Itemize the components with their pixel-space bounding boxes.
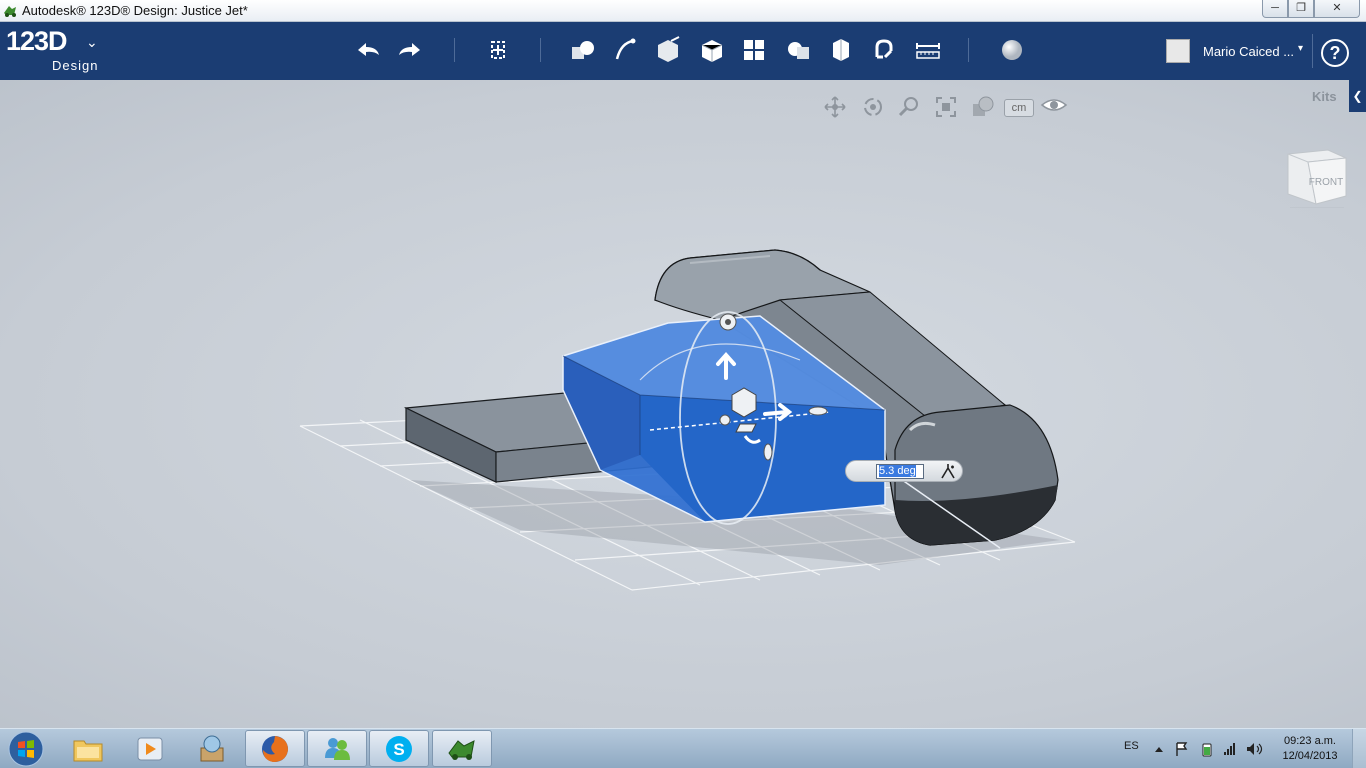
archive-app-icon: [200, 735, 224, 761]
snap-icon: [875, 39, 893, 59]
construct-button[interactable]: [650, 32, 686, 68]
windows-taskbar: S ES 09:23 a.m. 12/04/2013: [0, 728, 1366, 768]
logo-subtitle: Design: [52, 58, 99, 73]
svg-text:S: S: [393, 740, 404, 759]
chevron-down-icon[interactable]: ▾: [1298, 43, 1303, 54]
transform-button[interactable]: [480, 32, 516, 68]
grouping-icon: [788, 42, 809, 59]
taskbar-archive-app[interactable]: [182, 730, 242, 767]
app-icon: [4, 6, 16, 17]
taskbar-file-explorer[interactable]: [58, 730, 118, 767]
transform-icon: [491, 41, 505, 59]
taskbar-media-player[interactable]: [120, 730, 180, 767]
3d-viewport[interactable]: cm Kits ❮ FRONT 5.3 deg: [0, 80, 1366, 728]
messenger-icon: [325, 737, 350, 760]
pattern-icon: [744, 40, 764, 60]
measure-icon: [916, 43, 940, 59]
volume-icon: [1247, 743, 1254, 755]
media-player-icon: [137, 737, 163, 760]
undo-icon: [358, 43, 379, 56]
taskbar-skype[interactable]: S: [369, 730, 429, 767]
grouping-button[interactable]: [780, 32, 816, 68]
rotation-angle-input[interactable]: 5.3 deg: [876, 464, 924, 479]
taskbar-123d-design[interactable]: [432, 730, 492, 767]
skype-icon: S: [386, 735, 412, 762]
start-button[interactable]: [4, 730, 48, 768]
undo-button[interactable]: [350, 32, 386, 68]
close-button[interactable]: ✕: [1314, 0, 1360, 18]
rotation-angle-box: 5.3 deg: [845, 460, 963, 482]
file-explorer-icon: [73, 740, 103, 761]
pattern-button[interactable]: [736, 32, 772, 68]
chevron-down-icon: ⌄: [86, 34, 98, 50]
system-clock[interactable]: 09:23 a.m. 12/04/2013: [1276, 734, 1344, 764]
combine-icon: [833, 39, 849, 61]
primitives-icon: [572, 41, 594, 59]
clock-date: 12/04/2013: [1282, 750, 1338, 762]
construct-icon: [658, 36, 680, 62]
sketch-button[interactable]: [608, 32, 644, 68]
toolbar-separator: [968, 38, 969, 62]
app-menu-button[interactable]: 123D Design ⌄: [6, 26, 98, 73]
action-center-icon: [1176, 742, 1188, 756]
window-title-bar: Autodesk® 123D® Design: Justice Jet* ─ ❐…: [0, 0, 1366, 22]
modify-button[interactable]: [694, 32, 730, 68]
show-hidden-icons-icon: [1155, 747, 1163, 752]
toolbar-separator: [1312, 34, 1313, 68]
sketch-icon: [615, 38, 636, 60]
maximize-button[interactable]: ❐: [1288, 0, 1314, 18]
avatar[interactable]: [1166, 39, 1190, 63]
logo-text: 123D: [6, 26, 68, 56]
material-button[interactable]: [994, 32, 1030, 68]
taskbar-messenger[interactable]: [307, 730, 367, 767]
scene-canvas: [299, 249, 1076, 591]
primitives-button[interactable]: [564, 32, 600, 68]
redo-icon: [399, 43, 420, 56]
clock-time: 09:23 a.m.: [1284, 735, 1336, 747]
angle-snap-icon[interactable]: [939, 463, 957, 480]
measure-button[interactable]: [910, 32, 946, 68]
show-desktop-button[interactable]: [1352, 729, 1366, 768]
window-title: Autodesk® 123D® Design: Justice Jet*: [22, 3, 248, 18]
taskbar-firefox[interactable]: [245, 730, 305, 767]
system-tray[interactable]: [1153, 741, 1265, 757]
123d-design-icon: [448, 739, 475, 760]
network-icon: [1224, 743, 1235, 755]
snap-button[interactable]: [866, 32, 902, 68]
help-button[interactable]: ?: [1321, 39, 1349, 67]
firefox-icon: [262, 735, 288, 762]
toolbar-separator: [540, 38, 541, 62]
modify-icon: [701, 40, 723, 62]
rotation-angle-value: 5.3 deg: [879, 465, 916, 477]
redo-button[interactable]: [392, 32, 428, 68]
main-toolbar: 123D Design ⌄ Mario Caiced ... ▾ ?: [0, 22, 1366, 80]
minimize-button[interactable]: ─: [1262, 0, 1288, 18]
toolbar-separator: [454, 38, 455, 62]
combine-button[interactable]: [822, 32, 858, 68]
language-indicator[interactable]: ES: [1124, 740, 1139, 752]
material-icon: [1002, 40, 1022, 60]
user-name[interactable]: Mario Caiced ...: [1203, 44, 1294, 59]
windows-logo-icon: [8, 731, 44, 767]
